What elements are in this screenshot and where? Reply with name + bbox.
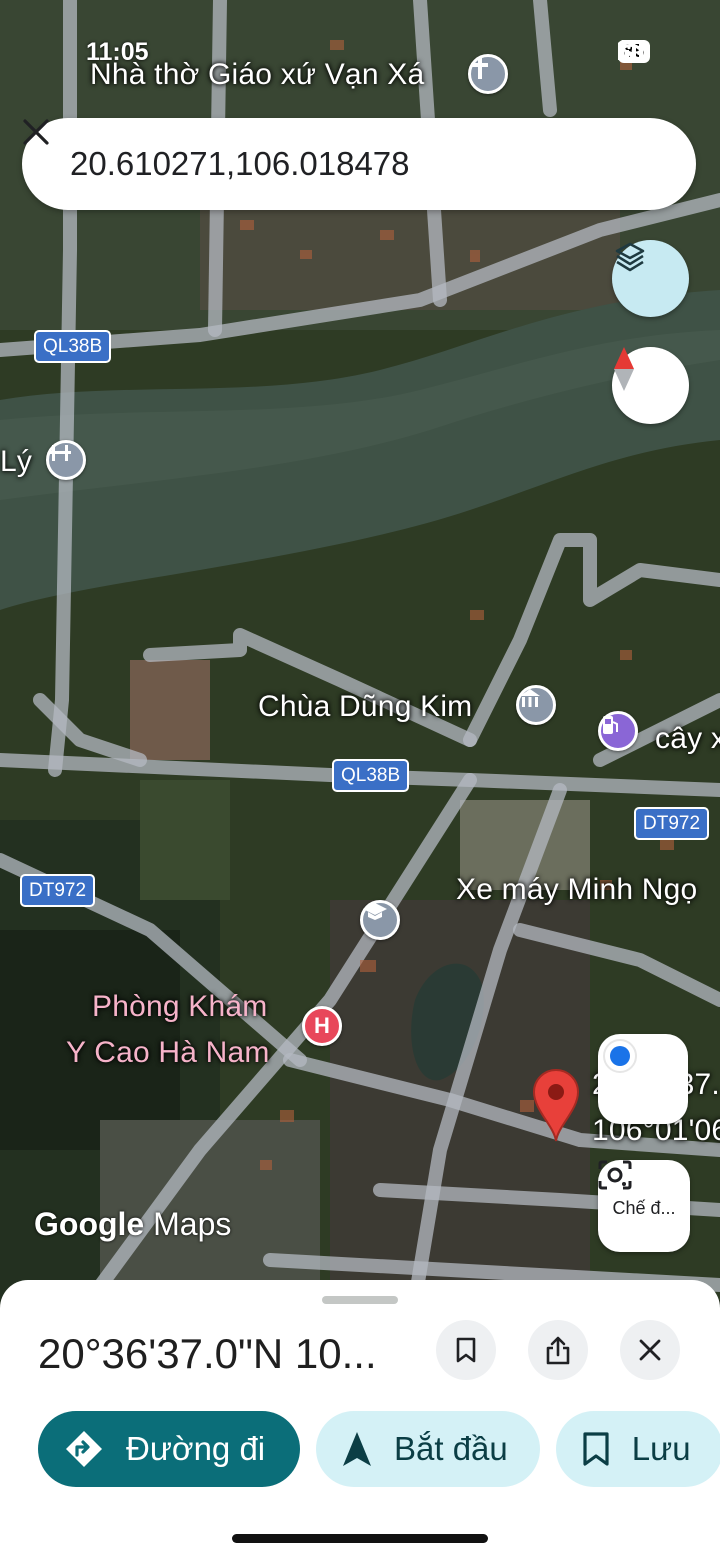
road-shield-dt972: DT972 bbox=[634, 807, 710, 840]
search-input[interactable]: 20.610271,106.018478 bbox=[70, 145, 626, 183]
drag-handle[interactable] bbox=[322, 1296, 398, 1304]
my-location-icon bbox=[603, 1039, 637, 1073]
layers-button[interactable] bbox=[612, 240, 689, 317]
road-shield-ql38b: QL38B bbox=[34, 330, 112, 363]
directions-icon bbox=[64, 1429, 104, 1469]
location-pin-icon[interactable] bbox=[530, 1066, 582, 1142]
share-button[interactable] bbox=[528, 1320, 588, 1380]
google-logo-text: Google bbox=[34, 1206, 145, 1242]
landmark-icon[interactable] bbox=[46, 440, 86, 480]
save-button[interactable]: Lưu bbox=[555, 1411, 720, 1487]
satellite-map[interactable]: 11:05 85 Nhà thờ Giáo xứ Vạn Xá Lý Chùa … bbox=[0, 0, 720, 1300]
close-icon bbox=[639, 1339, 661, 1361]
save-bookmark-button[interactable] bbox=[436, 1320, 496, 1380]
school-icon[interactable] bbox=[360, 900, 400, 940]
place-bottom-sheet[interactable]: 20°36'37.0"N 10... Đường đi Bắt đầu Lưu bbox=[0, 1280, 720, 1559]
my-location-button[interactable] bbox=[598, 1034, 688, 1124]
compass-icon bbox=[614, 347, 634, 391]
search-bar[interactable]: 20.610271,106.018478 bbox=[22, 118, 696, 210]
clinic-label-line1[interactable]: Phòng Khám bbox=[92, 990, 267, 1024]
action-chip-row: Đường đi Bắt đầu Lưu bbox=[38, 1411, 720, 1487]
clear-search-button[interactable] bbox=[23, 119, 670, 186]
compass-button[interactable] bbox=[612, 347, 689, 424]
temple-icon[interactable] bbox=[516, 685, 556, 725]
home-indicator[interactable] bbox=[232, 1534, 488, 1543]
maps-logo-text: Maps bbox=[153, 1206, 232, 1242]
bookmark-icon bbox=[456, 1337, 476, 1363]
google-maps-logo: Google Maps bbox=[34, 1206, 231, 1243]
camera-lens-icon bbox=[598, 1160, 632, 1190]
motorbike-shop-label[interactable]: Xe máy Minh Ngọ bbox=[456, 873, 697, 907]
wifi-icon bbox=[617, 40, 644, 58]
close-icon bbox=[23, 119, 49, 145]
status-icons: 85 bbox=[617, 40, 650, 63]
directions-button[interactable]: Đường đi bbox=[38, 1411, 300, 1487]
fuel-label[interactable]: cây x bbox=[655, 722, 720, 756]
start-button[interactable]: Bắt đầu bbox=[316, 1411, 540, 1487]
close-sheet-button[interactable] bbox=[620, 1320, 680, 1380]
fuel-station-icon[interactable] bbox=[598, 711, 638, 751]
pagoda-label[interactable]: Chùa Dũng Kim bbox=[258, 690, 472, 724]
navigation-arrow-icon bbox=[342, 1431, 372, 1467]
ly-label[interactable]: Lý bbox=[0, 445, 32, 479]
lens-mode-label: Chế đ... bbox=[612, 1197, 676, 1218]
start-label: Bắt đầu bbox=[394, 1430, 508, 1467]
bookmark-icon bbox=[582, 1431, 610, 1467]
directions-label: Đường đi bbox=[126, 1430, 266, 1467]
road-shield-ql38b: QL38B bbox=[332, 759, 410, 792]
church-label[interactable]: Nhà thờ Giáo xứ Vạn Xá bbox=[90, 58, 424, 92]
share-icon bbox=[546, 1336, 570, 1365]
lens-mode-button[interactable]: Chế đ... bbox=[598, 1160, 690, 1252]
road-shield-dt972: DT972 bbox=[20, 874, 96, 907]
layers-icon bbox=[615, 242, 645, 272]
place-title: 20°36'37.0"N 10... bbox=[38, 1330, 377, 1377]
clinic-label-line2[interactable]: Y Cao Hà Nam bbox=[66, 1036, 270, 1070]
hospital-icon[interactable]: H bbox=[302, 1006, 342, 1046]
church-icon[interactable] bbox=[468, 54, 508, 94]
save-label: Lưu bbox=[631, 1430, 691, 1467]
